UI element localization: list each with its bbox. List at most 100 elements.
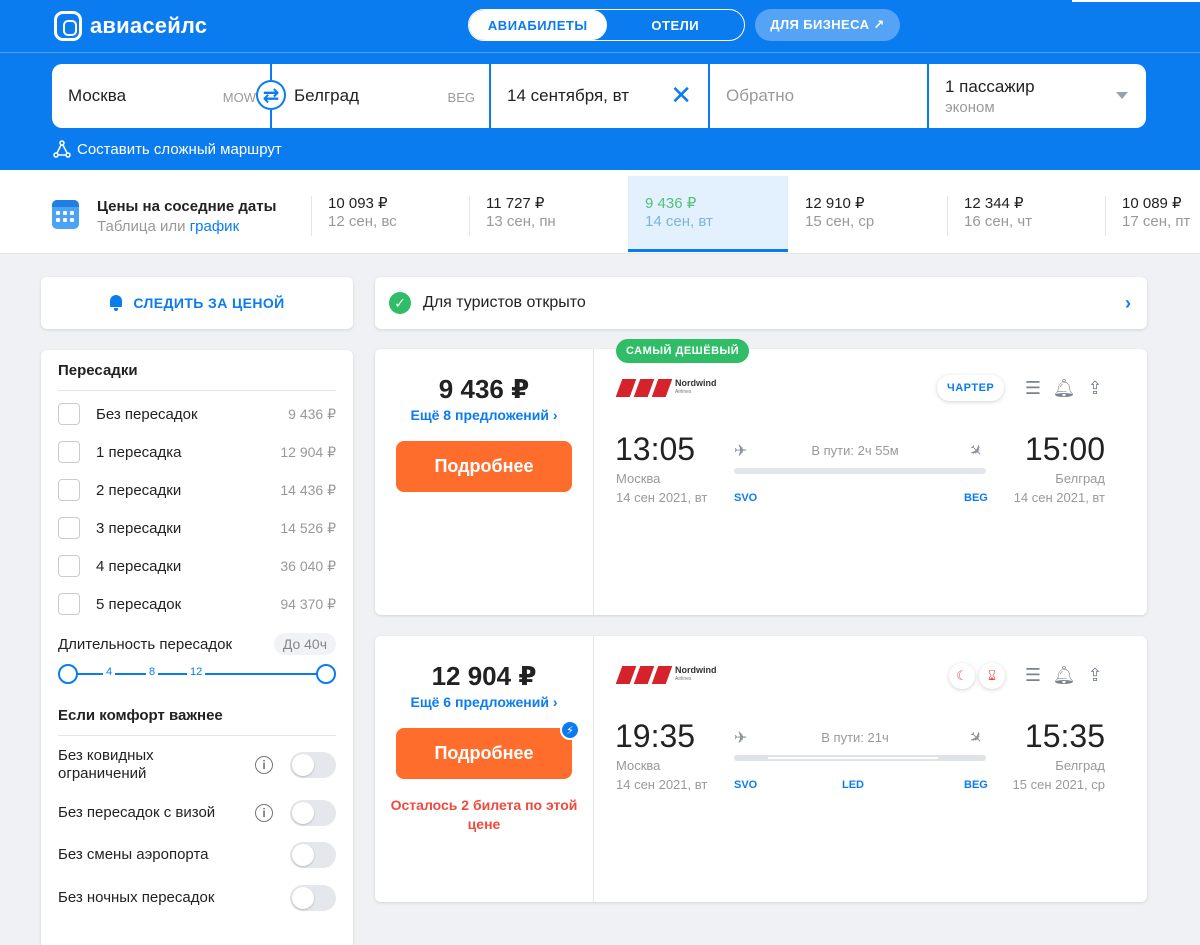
transfer-price: 94 370 ₽	[280, 595, 336, 612]
tab-hotels[interactable]: ОТЕЛИ	[607, 10, 745, 40]
charter-badge: ЧАРТЕР	[937, 375, 1005, 401]
arrival-time: 15:35	[1024, 718, 1105, 754]
transfer-label: Без пересадок	[96, 405, 198, 423]
transfer-price: 9 436 ₽	[288, 405, 336, 422]
more-offers-link[interactable]: Ещё 8 предложений ›	[375, 407, 593, 423]
more-offers-link[interactable]: Ещё 6 предложений ›	[375, 694, 593, 710]
header-divider	[0, 52, 1200, 53]
details-button[interactable]: Подробнее	[396, 441, 572, 492]
transfer-option[interactable]: 2 пересадки 14 436 ₽	[58, 471, 336, 509]
bell-icon[interactable]: 🔔︎	[1052, 376, 1076, 400]
route-bar	[734, 755, 986, 761]
transfer-label: 3 пересадки	[96, 519, 182, 537]
logo[interactable]: авиасейлс	[54, 11, 207, 41]
add-to-list-icon[interactable]: ☰	[1021, 663, 1045, 687]
date-cell[interactable]: 12 344 ₽16 сен, чт	[947, 176, 1105, 252]
ticket-card[interactable]: 12 904 ₽ Ещё 6 предложений › Подробнее ⚡…	[375, 636, 1147, 902]
swap-icon[interactable]: ⇄	[256, 80, 286, 110]
slider-handle-min[interactable]	[58, 664, 78, 684]
passengers-count: 1 пассажир	[945, 76, 1035, 96]
bell-icon	[109, 295, 123, 311]
destination-field[interactable]: Белград BEG	[272, 64, 489, 128]
ticket-card[interactable]: 9 436 ₽ Ещё 8 предложений › Подробнее No…	[375, 349, 1147, 615]
origin-field[interactable]: Москва MOW	[52, 64, 270, 128]
bell-icon[interactable]: 🔔︎	[1052, 663, 1076, 687]
toggle-switch[interactable]	[290, 842, 336, 868]
tab-flights[interactable]: АВИАБИЛЕТЫ	[469, 10, 607, 40]
arrival-date: 14 сен 2021, вт	[1013, 490, 1105, 505]
date-cell[interactable]: 12 910 ₽15 сен, ср	[788, 176, 947, 252]
logo-text: авиасейлс	[90, 13, 208, 38]
transfer-duration-slider[interactable]: 4 8 12	[58, 659, 336, 689]
arrival-airport: BEG	[964, 492, 988, 504]
date-cell-selected[interactable]: 9 436 ₽14 сен, вт	[628, 176, 788, 252]
share-icon[interactable]: ⇪	[1083, 663, 1107, 687]
airline-sub: Airlines	[675, 389, 692, 395]
transfer-price: 12 904 ₽	[280, 443, 336, 460]
date-price: 11 727 ₽	[486, 195, 545, 212]
airline-name: Nordwind	[675, 378, 717, 388]
date-label: 12 сен, вс	[328, 213, 397, 230]
transfer-label: 5 пересадок	[96, 595, 182, 613]
info-icon[interactable]: i	[255, 804, 273, 822]
watch-price-button[interactable]: СЛЕДИТЬ ЗА ЦЕНОЙ	[41, 277, 353, 329]
transfer-option[interactable]: Без пересадок 9 436 ₽	[58, 395, 336, 433]
table-link[interactable]: Таблица	[97, 218, 156, 235]
transfer-duration-row: Длительность пересадок До 40ч	[58, 633, 336, 655]
transfer-option[interactable]: 5 пересадок 94 370 ₽	[58, 585, 336, 623]
checkbox[interactable]	[58, 479, 80, 501]
complex-route-link[interactable]: Составить сложный маршрут	[53, 140, 282, 158]
date-cell[interactable]: 10 093 ₽12 сен, вс	[311, 176, 469, 252]
toggle-row: Без смены аэропорта	[58, 832, 336, 878]
date-label: 14 сен, вт	[645, 213, 713, 230]
airline-logo: Nordwind Airlines	[615, 666, 717, 684]
airline-name: Nordwind	[675, 665, 717, 675]
arrival-date: 15 сен 2021, ср	[1012, 777, 1105, 792]
ticket-divider	[593, 349, 594, 615]
tourist-open-banner[interactable]: ✓ Для туристов открыто ›	[375, 277, 1147, 329]
passengers-field[interactable]: 1 пассажир эконом	[929, 64, 1146, 128]
checkbox[interactable]	[58, 403, 80, 425]
add-to-list-icon[interactable]: ☰	[1021, 376, 1045, 400]
transfer-option[interactable]: 4 пересадки 36 040 ₽	[58, 547, 336, 585]
toggle-switch[interactable]	[290, 752, 336, 778]
details-button-label: Подробнее	[434, 743, 534, 763]
filters-panel: Пересадки Без пересадок 9 436 ₽ 1 пересад…	[41, 350, 353, 945]
few-tickets-warning: Осталось 2 билета по этой цене	[390, 797, 578, 832]
check-icon: ✓	[389, 292, 411, 314]
transfer-duration-value: До 40ч	[273, 633, 336, 655]
toggle-switch[interactable]	[290, 800, 336, 826]
transfer-price: 36 040 ₽	[280, 557, 336, 574]
checkbox[interactable]	[58, 555, 80, 577]
date-cell[interactable]: 11 727 ₽13 сен, пн	[469, 176, 628, 252]
origin-city: Москва	[68, 86, 127, 105]
chart-link[interactable]: график	[190, 218, 239, 235]
share-icon[interactable]: ⇪	[1083, 376, 1107, 400]
return-date-field[interactable]: Обратно	[710, 64, 927, 128]
slider-tick: 8	[146, 666, 159, 678]
slider-handle-max[interactable]	[316, 664, 336, 684]
transfer-option[interactable]: 1 пересадка 12 904 ₽	[58, 433, 336, 471]
comfort-title: Если комфорт важнее	[58, 697, 336, 736]
depart-date-field[interactable]: 14 сентября, вт ✕	[491, 64, 708, 128]
long-layover-icon: ⌛︎	[979, 663, 1005, 689]
toggle-row: Без ночных пересадок	[58, 878, 336, 918]
destination-city: Белград	[294, 86, 359, 105]
lightning-icon: ⚡︎	[560, 720, 580, 740]
details-button[interactable]: Подробнее ⚡︎	[396, 720, 580, 779]
departure-date: 14 сен 2021, вт	[616, 777, 708, 792]
chevron-down-icon	[1116, 92, 1128, 99]
flight-duration: В пути: 2ч 55м	[811, 443, 899, 458]
toggle-switch[interactable]	[290, 885, 336, 911]
transfer-option[interactable]: 3 пересадки 14 526 ₽	[58, 509, 336, 547]
business-button[interactable]: ДЛЯ БИЗНЕСА ↗	[755, 9, 900, 41]
checkbox[interactable]	[58, 517, 80, 539]
checkbox[interactable]	[58, 593, 80, 615]
slider-tick: 4	[103, 666, 116, 678]
watch-price-label: СЛЕДИТЬ ЗА ЦЕНОЙ	[133, 295, 285, 311]
checkbox[interactable]	[58, 441, 80, 463]
clear-date-icon[interactable]: ✕	[670, 82, 692, 108]
info-icon[interactable]: i	[255, 756, 273, 774]
tourist-open-label: Для туристов открыто	[423, 294, 586, 311]
date-cell[interactable]: 10 089 ₽17 сен, пт	[1105, 176, 1200, 252]
